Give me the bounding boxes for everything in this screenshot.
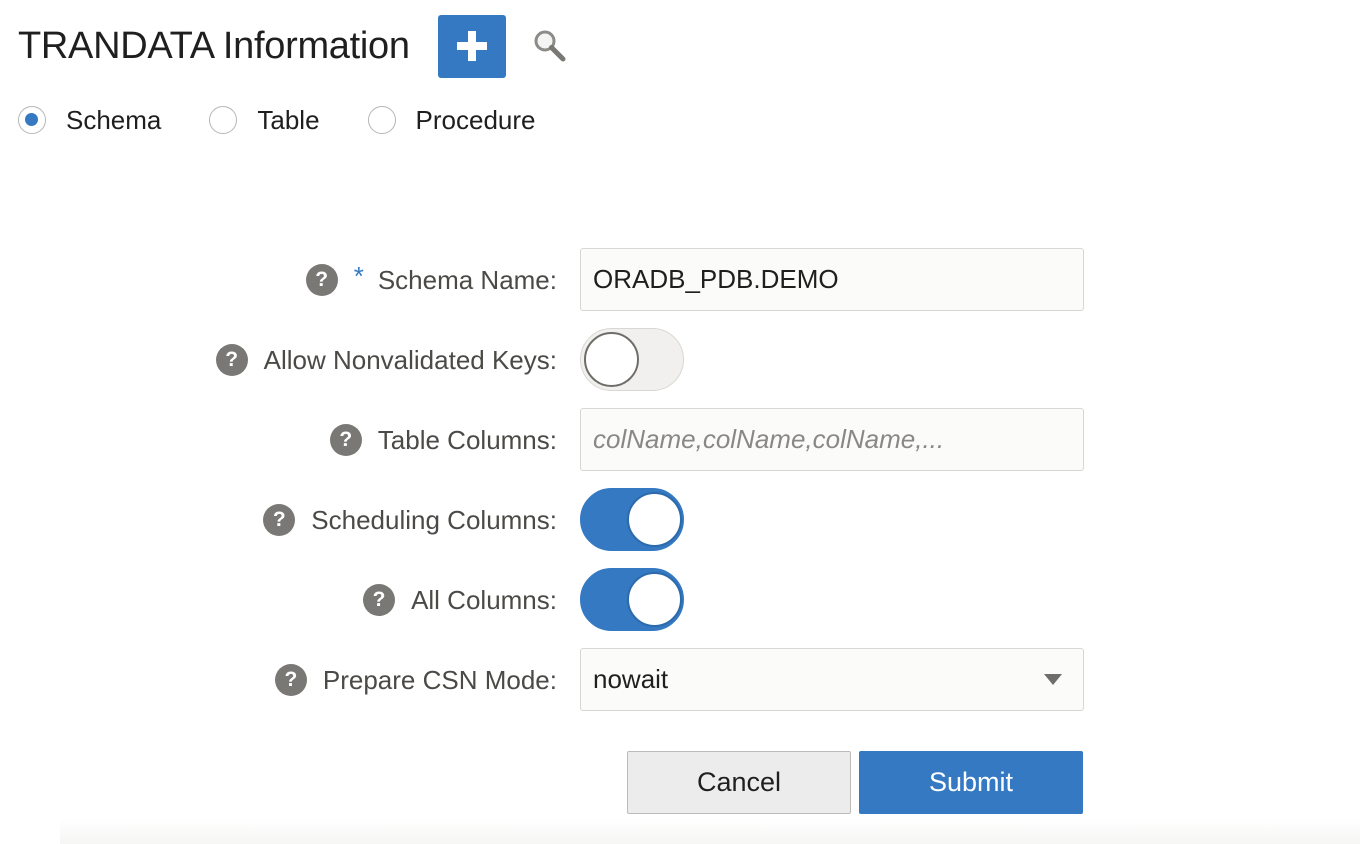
chevron-down-icon <box>1044 674 1062 685</box>
all-columns-label: All Columns: <box>411 584 557 615</box>
table-columns-row: ? Table Columns: <box>0 408 1360 472</box>
schema-name-input[interactable] <box>580 248 1084 311</box>
toggle-knob <box>627 492 682 547</box>
prepare-csn-mode-select[interactable]: nowait <box>580 648 1084 711</box>
radio-button-unchecked[interactable] <box>367 106 396 134</box>
help-icon[interactable]: ? <box>305 264 338 296</box>
radio-button-checked[interactable] <box>18 106 46 134</box>
prepare-csn-mode-label: Prepare CSN Mode: <box>322 664 557 695</box>
help-icon[interactable]: ? <box>329 424 362 456</box>
prepare-csn-mode-label-wrap: ? Prepare CSN Mode: <box>274 648 557 712</box>
radio-label: Procedure <box>415 104 536 135</box>
all-columns-label-wrap: ? All Columns: <box>363 568 557 632</box>
table-columns-input[interactable] <box>580 408 1084 471</box>
select-value: nowait <box>593 664 669 694</box>
header: TRANDATA Information <box>18 14 570 78</box>
toggle-knob <box>627 572 682 627</box>
allow-nonvalidated-keys-label: Allow Nonvalidated Keys: <box>263 344 557 375</box>
radio-table[interactable]: Table <box>209 104 320 136</box>
page-title: TRANDATA Information <box>18 24 410 67</box>
trandata-page: TRANDATA Information Schema Table Proced… <box>0 0 1360 844</box>
table-columns-label: Table Columns: <box>377 424 557 455</box>
scheduling-columns-row: ? Scheduling Columns: <box>0 488 1360 552</box>
scheduling-columns-label-wrap: ? Scheduling Columns: <box>263 488 557 552</box>
scheduling-columns-label: Scheduling Columns: <box>311 504 557 535</box>
radio-schema[interactable]: Schema <box>18 105 161 136</box>
cancel-button[interactable]: Cancel <box>627 751 851 814</box>
plus-icon <box>456 31 487 61</box>
all-columns-row: ? All Columns: <box>0 568 1360 632</box>
submit-button[interactable]: Submit <box>859 751 1083 814</box>
add-button[interactable] <box>437 14 506 78</box>
search-button[interactable] <box>530 26 570 66</box>
table-columns-label-wrap: ? Table Columns: <box>329 408 557 472</box>
radio-button-unchecked[interactable] <box>209 106 238 134</box>
radio-label: Table <box>257 104 320 135</box>
allow-nonvalidated-keys-label-wrap: ? Allow Nonvalidated Keys: <box>215 328 557 392</box>
object-type-radio-group: Schema Table Procedure <box>18 100 584 140</box>
all-columns-toggle[interactable] <box>580 568 684 631</box>
help-icon[interactable]: ? <box>263 504 296 536</box>
schema-name-label: Schema Name: <box>377 264 557 295</box>
prepare-csn-mode-row: ? Prepare CSN Mode: nowait <box>0 648 1360 712</box>
required-indicator: * <box>353 260 364 291</box>
radio-label: Schema <box>66 104 162 135</box>
allow-nonvalidated-keys-toggle[interactable] <box>580 328 684 391</box>
schema-name-row: ? * Schema Name: <box>0 248 1360 312</box>
help-icon[interactable]: ? <box>215 344 248 376</box>
toggle-knob <box>584 332 639 387</box>
schema-name-label-wrap: ? * Schema Name: <box>305 248 557 312</box>
search-icon <box>534 30 566 62</box>
scheduling-columns-toggle[interactable] <box>580 488 684 551</box>
allow-nonvalidated-keys-row: ? Allow Nonvalidated Keys: <box>0 328 1360 392</box>
help-icon[interactable]: ? <box>363 584 396 616</box>
radio-procedure[interactable]: Procedure <box>367 104 536 136</box>
help-icon[interactable]: ? <box>274 664 307 696</box>
bottom-divider <box>60 818 1360 844</box>
